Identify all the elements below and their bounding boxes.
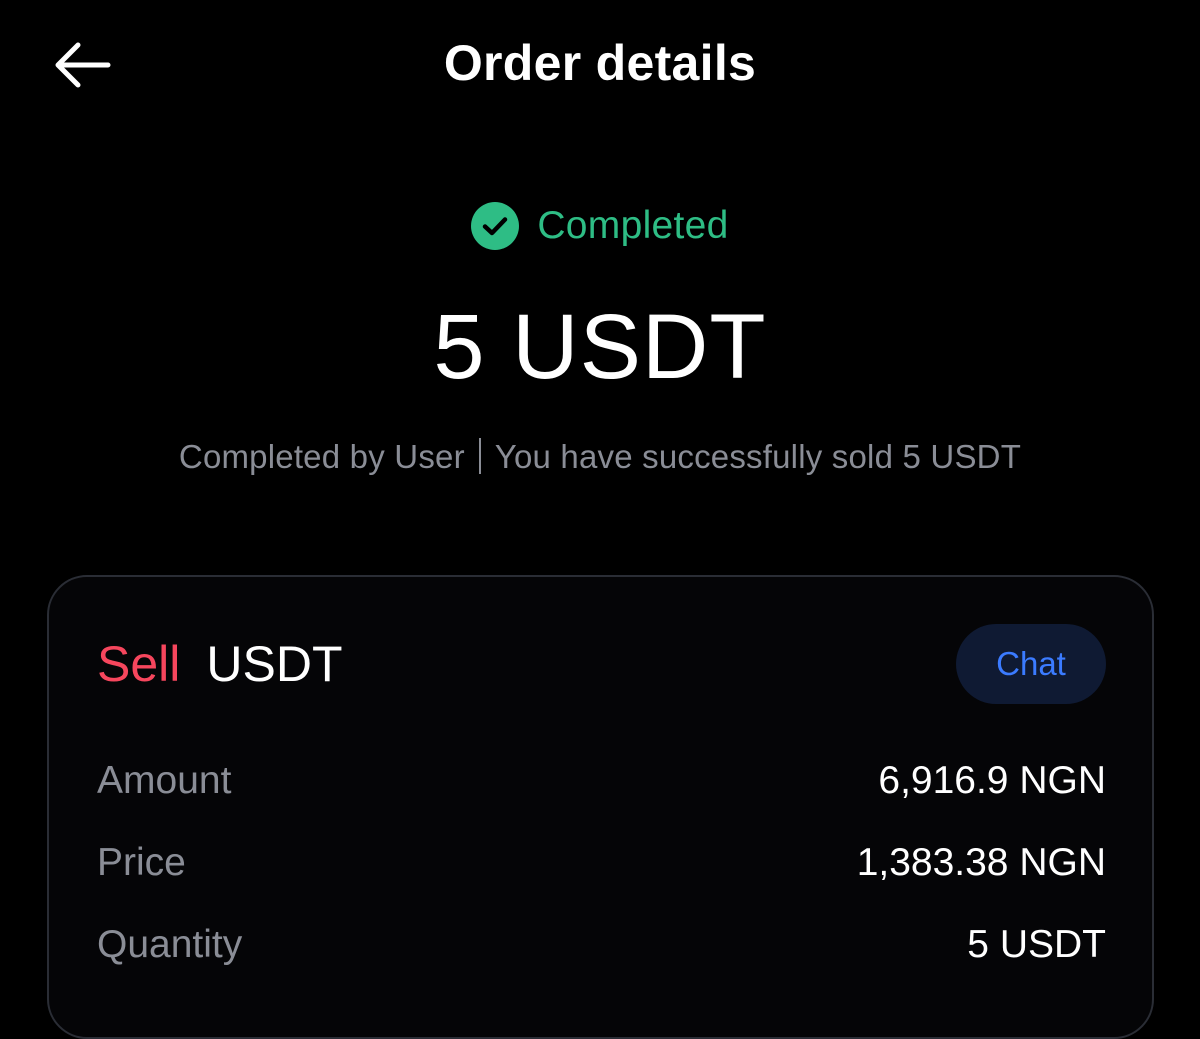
detail-label: Amount bbox=[97, 759, 232, 802]
status-badge: Completed bbox=[0, 202, 1200, 250]
page-title: Order details bbox=[443, 35, 757, 91]
order-side-label: Sell bbox=[97, 636, 181, 692]
separator bbox=[478, 438, 481, 474]
chat-button[interactable]: Chat bbox=[956, 624, 1106, 704]
detail-row-quantity: Quantity 5 USDT bbox=[97, 923, 1106, 967]
order-summary: Completed by User You have successfully s… bbox=[0, 438, 1200, 476]
detail-row-amount: Amount 6,916.9 NGN bbox=[97, 759, 1106, 803]
status-text: Completed bbox=[537, 204, 729, 247]
order-asset-label: USDT bbox=[206, 636, 343, 692]
success-message: You have successfully sold 5 USDT bbox=[494, 438, 1022, 475]
detail-label: Quantity bbox=[97, 923, 243, 966]
check-circle-icon bbox=[471, 202, 520, 250]
header-bar: Order details bbox=[0, 0, 1200, 130]
detail-value: 6,916.9 NGN bbox=[878, 759, 1106, 802]
order-card: Sell USDT Chat Amount 6,916.9 NGN Price … bbox=[47, 575, 1154, 1039]
detail-value: 5 USDT bbox=[967, 923, 1106, 966]
completed-by-text: Completed by User bbox=[178, 438, 465, 475]
detail-label: Price bbox=[97, 841, 186, 884]
order-amount: 5 USDT bbox=[433, 296, 767, 398]
detail-value: 1,383.38 NGN bbox=[856, 841, 1106, 884]
order-type-heading: Sell USDT bbox=[97, 635, 342, 693]
detail-row-price: Price 1,383.38 NGN bbox=[97, 841, 1106, 885]
